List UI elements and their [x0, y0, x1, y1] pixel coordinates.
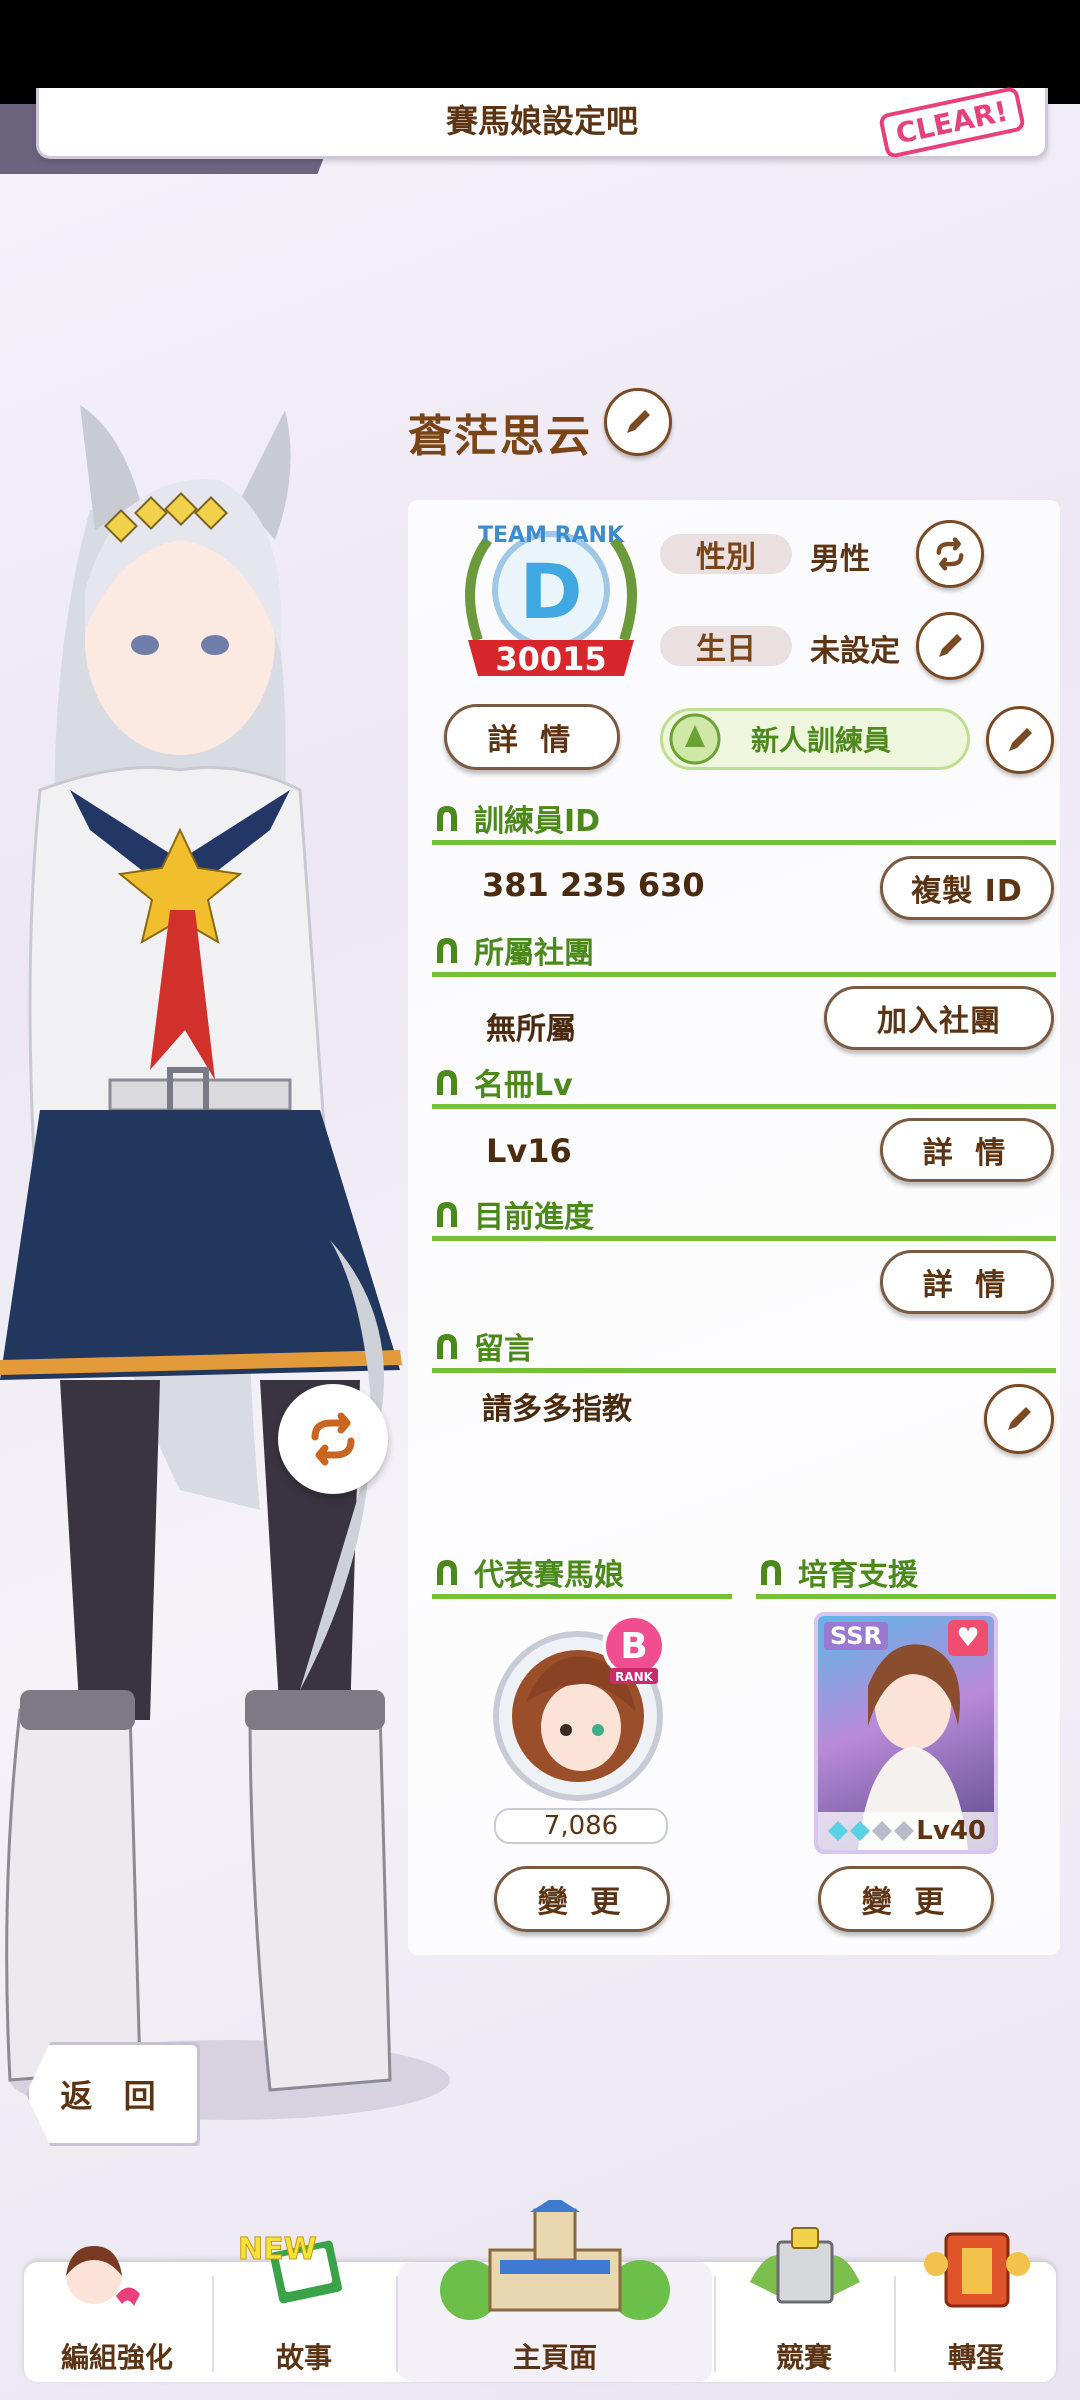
horseshoe-icon: [437, 1070, 457, 1095]
edit-title-button[interactable]: [986, 706, 1054, 774]
pencil-icon: [1009, 728, 1032, 751]
section-title: 代表賽馬娘: [474, 1558, 624, 1593]
change-support-button[interactable]: 變 更: [818, 1866, 994, 1932]
nav-formation[interactable]: 編組強化: [24, 2246, 210, 2382]
race-gate-icon: [750, 2227, 860, 2304]
team-rank-label: TEAM RANK: [478, 523, 625, 548]
swap-icon: [936, 537, 964, 571]
section-title: 名冊Lv: [474, 1068, 573, 1103]
nav-label: 故事: [275, 2341, 332, 2374]
trainer-title-badge[interactable]: 新人訓練員: [660, 708, 970, 770]
rank-detail-button[interactable]: 詳 情: [444, 704, 620, 770]
uma-rank-letter: B: [620, 1626, 647, 1667]
trainer-id-value: 381 235 630: [482, 866, 705, 904]
roster-detail-button[interactable]: 詳 情: [880, 1118, 1054, 1182]
horseshoe-icon: [437, 806, 457, 831]
section-club: 所屬社團: [432, 928, 1056, 977]
bottom-navigation: 編組強化 NEW 故事 主頁面 競賽 轉蛋: [24, 2200, 1056, 2382]
support-level: Lv40: [916, 1816, 986, 1846]
support-rarity: SSR: [824, 1622, 888, 1650]
horseshoe-icon: [437, 938, 457, 963]
section-message: 留言: [432, 1324, 1056, 1373]
horseshoe-icon: [437, 1202, 457, 1227]
nav-story[interactable]: NEW 故事: [214, 2232, 394, 2382]
toggle-gender-button[interactable]: [916, 520, 984, 588]
birthday-label: 生日: [660, 626, 792, 667]
club-value: 無所屬: [486, 1012, 576, 1047]
pencil-icon: [939, 634, 962, 657]
progress-detail-button[interactable]: 詳 情: [880, 1250, 1054, 1314]
uma-score: 7,086: [494, 1808, 668, 1844]
section-representative-uma: 代表賽馬娘: [432, 1550, 732, 1599]
back-button[interactable]: 返 回: [26, 2042, 200, 2146]
new-badge: NEW: [238, 2232, 318, 2268]
character-illustration: [0, 405, 450, 2120]
gacha-door-icon: [924, 2232, 1030, 2308]
pencil-icon: [627, 410, 650, 433]
formation-icon: [66, 2246, 140, 2306]
gender-label: 性別: [660, 534, 792, 575]
section-trainer-id: 訓練員ID: [432, 796, 1056, 845]
nav-race[interactable]: 競賽: [716, 2227, 892, 2382]
rotate-icon: [311, 1412, 355, 1466]
change-uma-button[interactable]: 變 更: [494, 1866, 670, 1932]
horseshoe-icon: [761, 1560, 781, 1585]
birthday-value: 未設定: [810, 634, 900, 669]
section-title: 留言: [474, 1332, 534, 1367]
roster-level-value: Lv16: [486, 1132, 572, 1170]
section-title: 目前進度: [474, 1200, 594, 1235]
nav-label: 競賽: [775, 2341, 832, 2374]
edit-name-button[interactable]: [604, 388, 672, 456]
heart-icon: ♥: [948, 1620, 988, 1656]
section-support-card: 培育支援: [756, 1550, 1056, 1599]
pencil-icon: [1008, 1407, 1031, 1430]
team-rank-score: 30015: [495, 640, 606, 678]
section-roster-level: 名冊Lv: [432, 1060, 1056, 1109]
nav-label: 編組強化: [60, 2341, 173, 2374]
mission-banner[interactable]: 賽馬娘設定吧 CLEAR!: [36, 85, 1048, 160]
team-rank-badge: D TEAM RANK 30015: [465, 523, 637, 678]
title-badge-label: 新人訓練員: [751, 724, 892, 757]
uma-rank-sub: RANK: [615, 1670, 654, 1684]
message-value: 請多多指教: [482, 1392, 632, 1427]
edit-birthday-button[interactable]: [916, 612, 984, 680]
representative-uma-portrait[interactable]: B RANK 7,086: [486, 1612, 676, 1844]
section-title: 培育支援: [798, 1558, 918, 1593]
nav-home[interactable]: 主頁面: [398, 2200, 712, 2382]
section-title: 所屬社團: [474, 936, 594, 971]
trainer-name: 蒼茫思云: [408, 411, 592, 462]
horseshoe-icon: [437, 1334, 457, 1359]
home-building-icon: [440, 2200, 670, 2320]
uma-rank-badge: B RANK: [602, 1614, 666, 1684]
nav-label: 轉蛋: [947, 2341, 1004, 2374]
rank-grade: D: [519, 547, 582, 636]
horseshoe-icon: [437, 1560, 457, 1585]
section-title: 訓練員ID: [474, 804, 601, 839]
section-progress: 目前進度: [432, 1192, 1056, 1241]
gender-value: 男性: [810, 542, 870, 577]
support-card[interactable]: SSR ♥ Lv40: [814, 1612, 998, 1854]
edit-message-button[interactable]: [984, 1384, 1054, 1454]
nav-label: 主頁面: [512, 2341, 597, 2374]
join-club-button[interactable]: 加入社團: [824, 986, 1054, 1050]
nav-gacha[interactable]: 轉蛋: [896, 2232, 1056, 2382]
rotate-character-button[interactable]: [278, 1384, 388, 1494]
copy-id-button[interactable]: 複製 ID: [880, 856, 1054, 920]
title-emblem-icon: [669, 713, 721, 765]
